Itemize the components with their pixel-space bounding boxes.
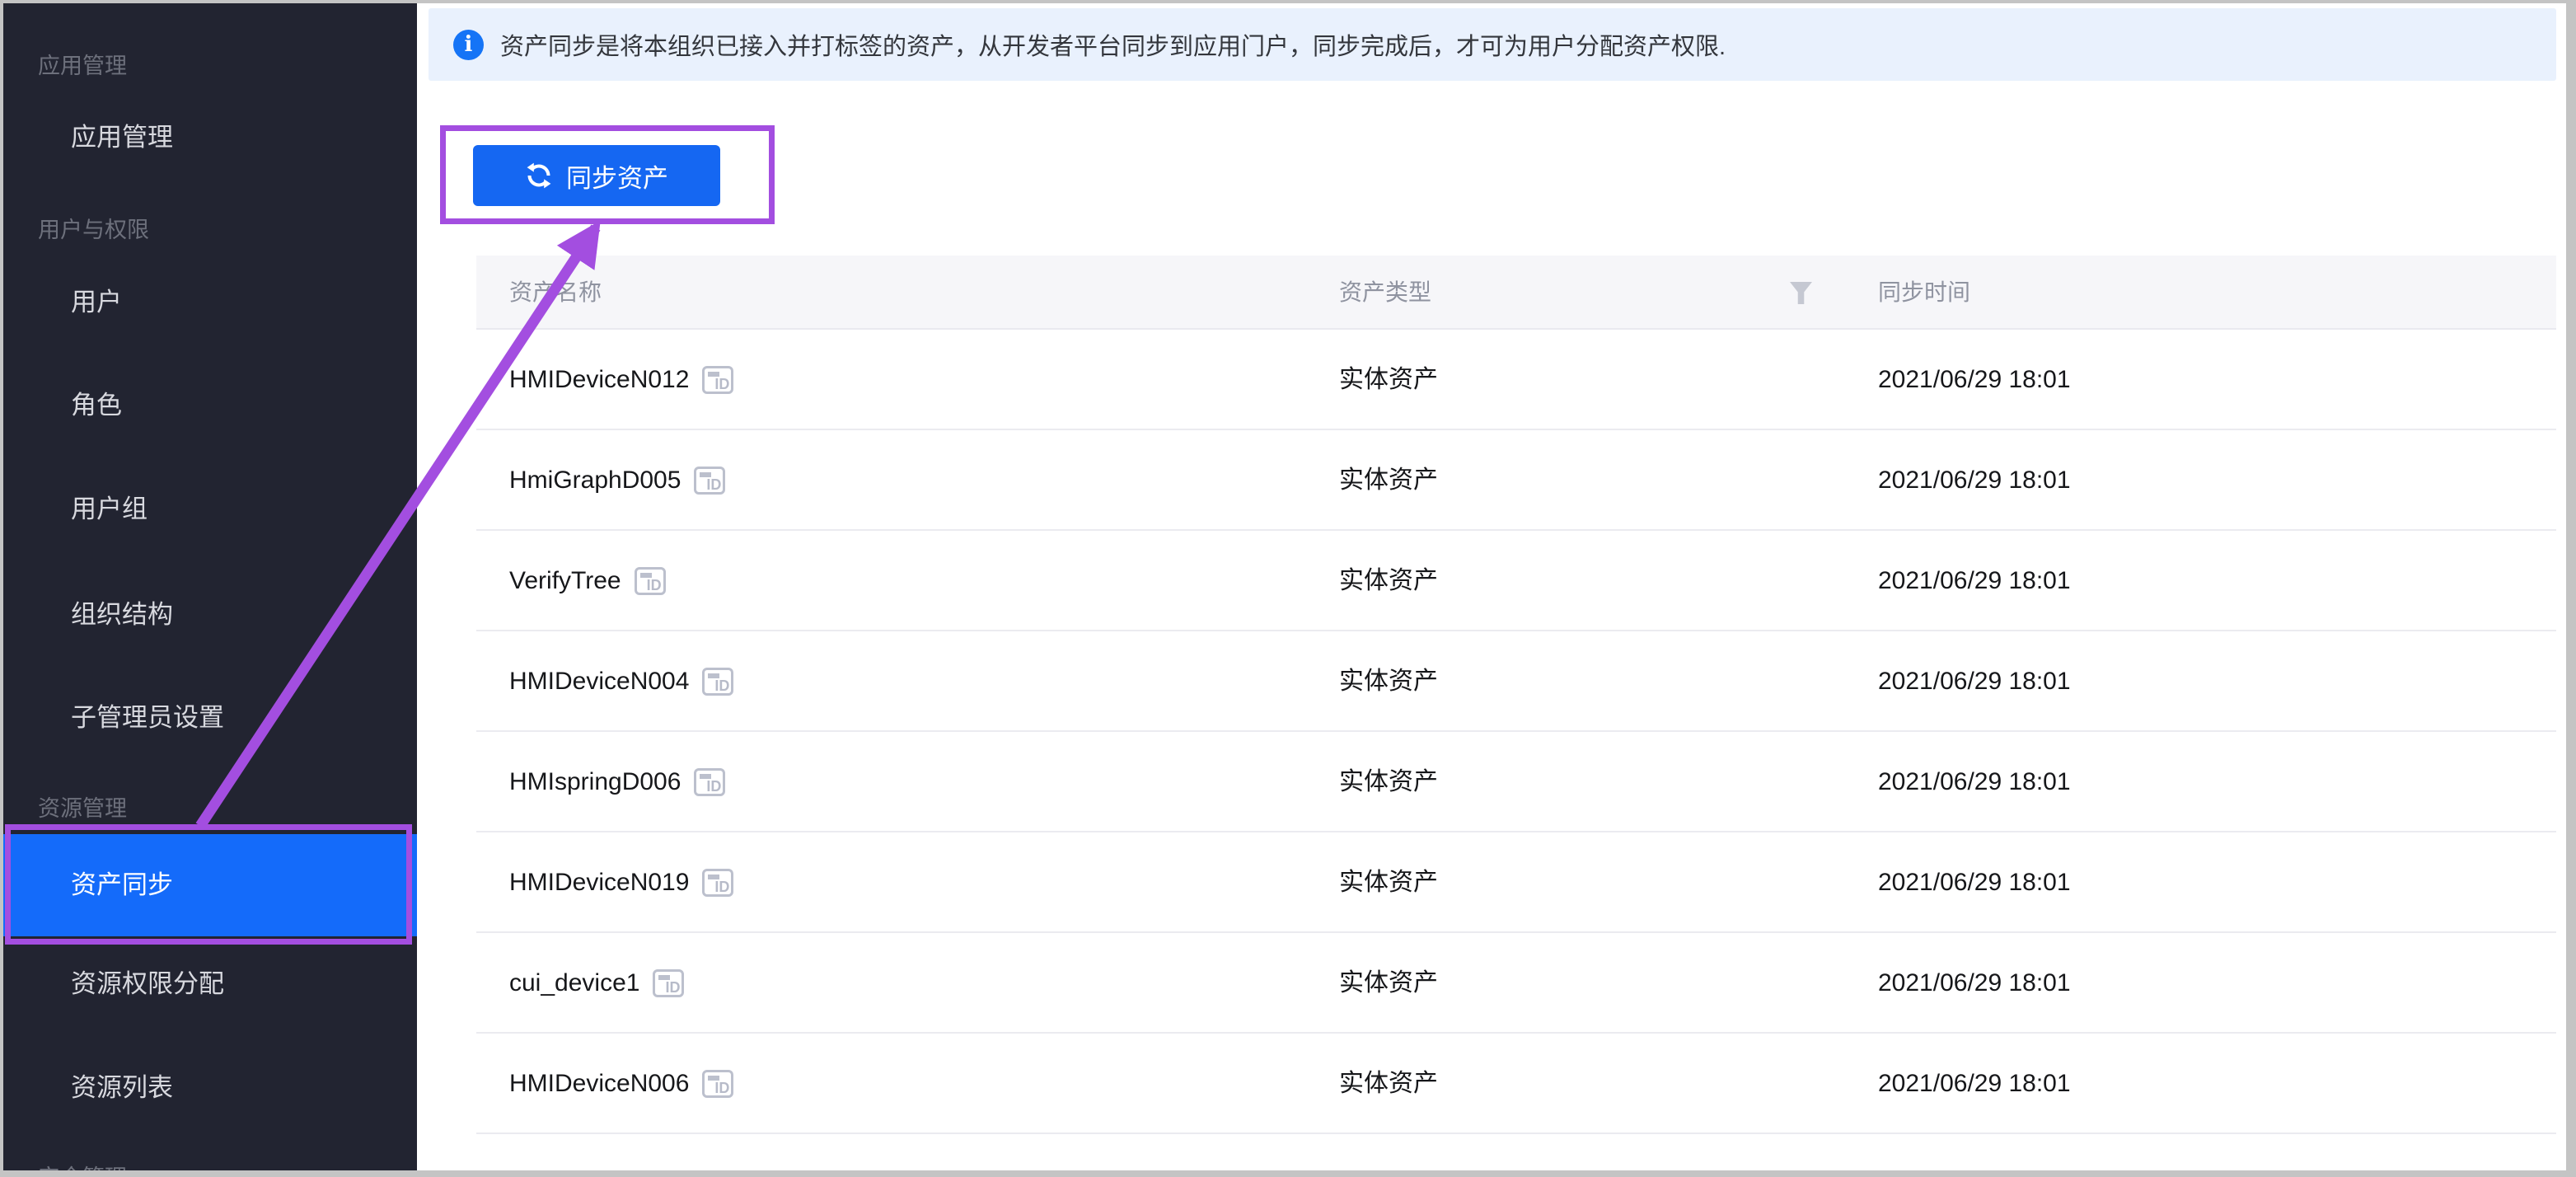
sidebar-item-resource-list[interactable]: 资源列表 <box>3 1068 417 1108</box>
eid-icon: ID <box>694 768 725 796</box>
app-window: 应用管理 应用管理 用户与权限 用户 角色 用户组 组织结构 子管理员设置 资源… <box>3 3 2566 1170</box>
eid-icon: ID <box>702 668 733 696</box>
asset-name: HMIDeviceN012 <box>509 330 689 430</box>
table-row[interactable]: VerifyTree ID 实体资产 2021/06/29 18:01 <box>476 531 2556 631</box>
assets-table: 资产名称 资产类型 同步时间 HMIDeviceN012 ID 实体资产 2021… <box>476 256 2556 1134</box>
asset-name: HmiGraphD005 <box>509 430 681 531</box>
sync-assets-button[interactable]: 同步资产 <box>473 145 720 206</box>
asset-type: 实体资产 <box>1339 1034 1438 1134</box>
column-header-sync-time: 同步时间 <box>1878 256 1970 330</box>
table-row[interactable]: cui_device1 ID 实体资产 2021/06/29 18:01 <box>476 933 2556 1034</box>
asset-name: cui_device1 <box>509 933 639 1034</box>
table-row[interactable]: HMIDeviceN019 ID 实体资产 2021/06/29 18:01 <box>476 832 2556 933</box>
asset-name: VerifyTree <box>509 531 621 631</box>
sidebar-group-users-permissions: 用户与权限 <box>3 210 417 250</box>
sync-time: 2021/06/29 18:01 <box>1878 430 2071 531</box>
info-banner-text: 资产同步是将本组织已接入并打标签的资产，从开发者平台同步到应用门户，同步完成后，… <box>500 27 1726 62</box>
info-icon: i <box>453 30 484 60</box>
asset-type: 实体资产 <box>1339 430 1438 531</box>
table-row[interactable]: HMIspringD006 ID 实体资产 2021/06/29 18:01 <box>476 732 2556 832</box>
asset-name: HMIDeviceN004 <box>509 631 689 732</box>
sidebar-item-user-groups[interactable]: 用户组 <box>3 490 417 529</box>
sidebar-item-users[interactable]: 用户 <box>3 283 417 322</box>
sidebar: 应用管理 应用管理 用户与权限 用户 角色 用户组 组织结构 子管理员设置 资源… <box>3 3 417 1170</box>
sidebar-item-resource-permission-assignment[interactable]: 资源权限分配 <box>3 964 417 1004</box>
screenshot-frame: 应用管理 应用管理 用户与权限 用户 角色 用户组 组织结构 子管理员设置 资源… <box>0 0 2576 1177</box>
sync-time: 2021/06/29 18:01 <box>1878 832 2071 933</box>
sync-icon <box>525 162 553 190</box>
table-row[interactable]: HMIDeviceN006 ID 实体资产 2021/06/29 18:01 <box>476 1034 2556 1134</box>
eid-icon: ID <box>702 366 733 394</box>
table-row[interactable]: HmiGraphD005 ID 实体资产 2021/06/29 18:01 <box>476 430 2556 531</box>
sync-time: 2021/06/29 18:01 <box>1878 1034 2071 1134</box>
asset-type: 实体资产 <box>1339 933 1438 1034</box>
sidebar-item-app-management[interactable]: 应用管理 <box>3 118 417 157</box>
sync-time: 2021/06/29 18:01 <box>1878 330 2071 430</box>
asset-type: 实体资产 <box>1339 832 1438 933</box>
eid-icon: ID <box>635 567 666 595</box>
asset-type: 实体资产 <box>1339 732 1438 832</box>
table-row[interactable]: HMIDeviceN004 ID 实体资产 2021/06/29 18:01 <box>476 631 2556 732</box>
sync-time: 2021/06/29 18:01 <box>1878 531 2071 631</box>
asset-name: HMIDeviceN006 <box>509 1034 689 1134</box>
sidebar-item-asset-sync[interactable]: 资产同步 <box>3 834 417 936</box>
eid-icon: ID <box>702 869 733 897</box>
sidebar-group-app-management: 应用管理 <box>3 46 417 86</box>
eid-icon: ID <box>694 467 725 495</box>
eid-icon: ID <box>702 1070 733 1098</box>
asset-name: HMIDeviceN019 <box>509 832 689 933</box>
sidebar-item-roles[interactable]: 角色 <box>3 386 417 425</box>
sidebar-group-security-management-cut: 安全管理 <box>3 1158 417 1170</box>
asset-name: HMIspringD006 <box>509 732 681 832</box>
asset-type: 实体资产 <box>1339 531 1438 631</box>
table-header: 资产名称 资产类型 同步时间 <box>476 256 2556 330</box>
info-banner: i 资产同步是将本组织已接入并打标签的资产，从开发者平台同步到应用门户，同步完成… <box>429 8 2556 81</box>
sidebar-group-resource-management: 资源管理 <box>3 789 417 828</box>
column-header-asset-name: 资产名称 <box>509 256 602 330</box>
sync-assets-button-label: 同步资产 <box>566 157 668 195</box>
asset-type: 实体资产 <box>1339 631 1438 732</box>
column-header-asset-type: 资产类型 <box>1339 256 1431 330</box>
sync-time: 2021/06/29 18:01 <box>1878 732 2071 832</box>
sidebar-item-org-structure[interactable]: 组织结构 <box>3 595 417 635</box>
table-row[interactable]: HMIDeviceN012 ID 实体资产 2021/06/29 18:01 <box>476 330 2556 430</box>
filter-icon[interactable] <box>1790 282 1812 304</box>
asset-type: 实体资产 <box>1339 330 1438 430</box>
sync-time: 2021/06/29 18:01 <box>1878 933 2071 1034</box>
sync-time: 2021/06/29 18:01 <box>1878 631 2071 732</box>
sidebar-item-subadmin-settings[interactable]: 子管理员设置 <box>3 698 417 738</box>
eid-icon: ID <box>653 969 684 997</box>
